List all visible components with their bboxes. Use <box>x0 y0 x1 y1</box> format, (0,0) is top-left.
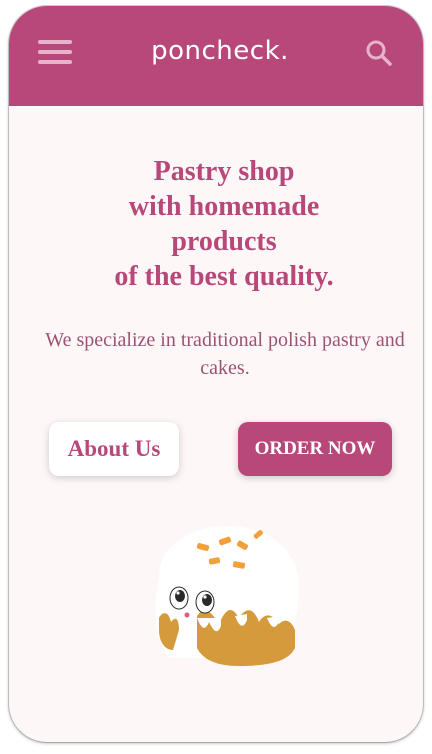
phone-screen: poncheck. Pastry shop with homemade prod… <box>9 6 423 742</box>
hero-title-line-2: with homemade <box>128 191 320 222</box>
donut-mascot-illustration <box>155 526 299 666</box>
search-icon[interactable] <box>365 39 393 67</box>
about-us-button[interactable]: About Us <box>49 422 179 476</box>
hero-title-line-4: of the best quality. <box>114 261 334 292</box>
hero-description: We specialize in traditional polish past… <box>45 329 405 379</box>
hamburger-menu-icon[interactable] <box>38 40 74 66</box>
top-app-bar: poncheck. <box>9 6 423 106</box>
hero-title: Pastry shop with homemade products of th… <box>29 154 419 294</box>
brand-logo[interactable]: poncheck. <box>109 36 331 66</box>
hero-title-line-3: products <box>171 226 277 257</box>
hero-title-line-1: Pastry shop <box>153 156 295 187</box>
order-now-button[interactable]: ORDER NOW <box>238 422 392 476</box>
